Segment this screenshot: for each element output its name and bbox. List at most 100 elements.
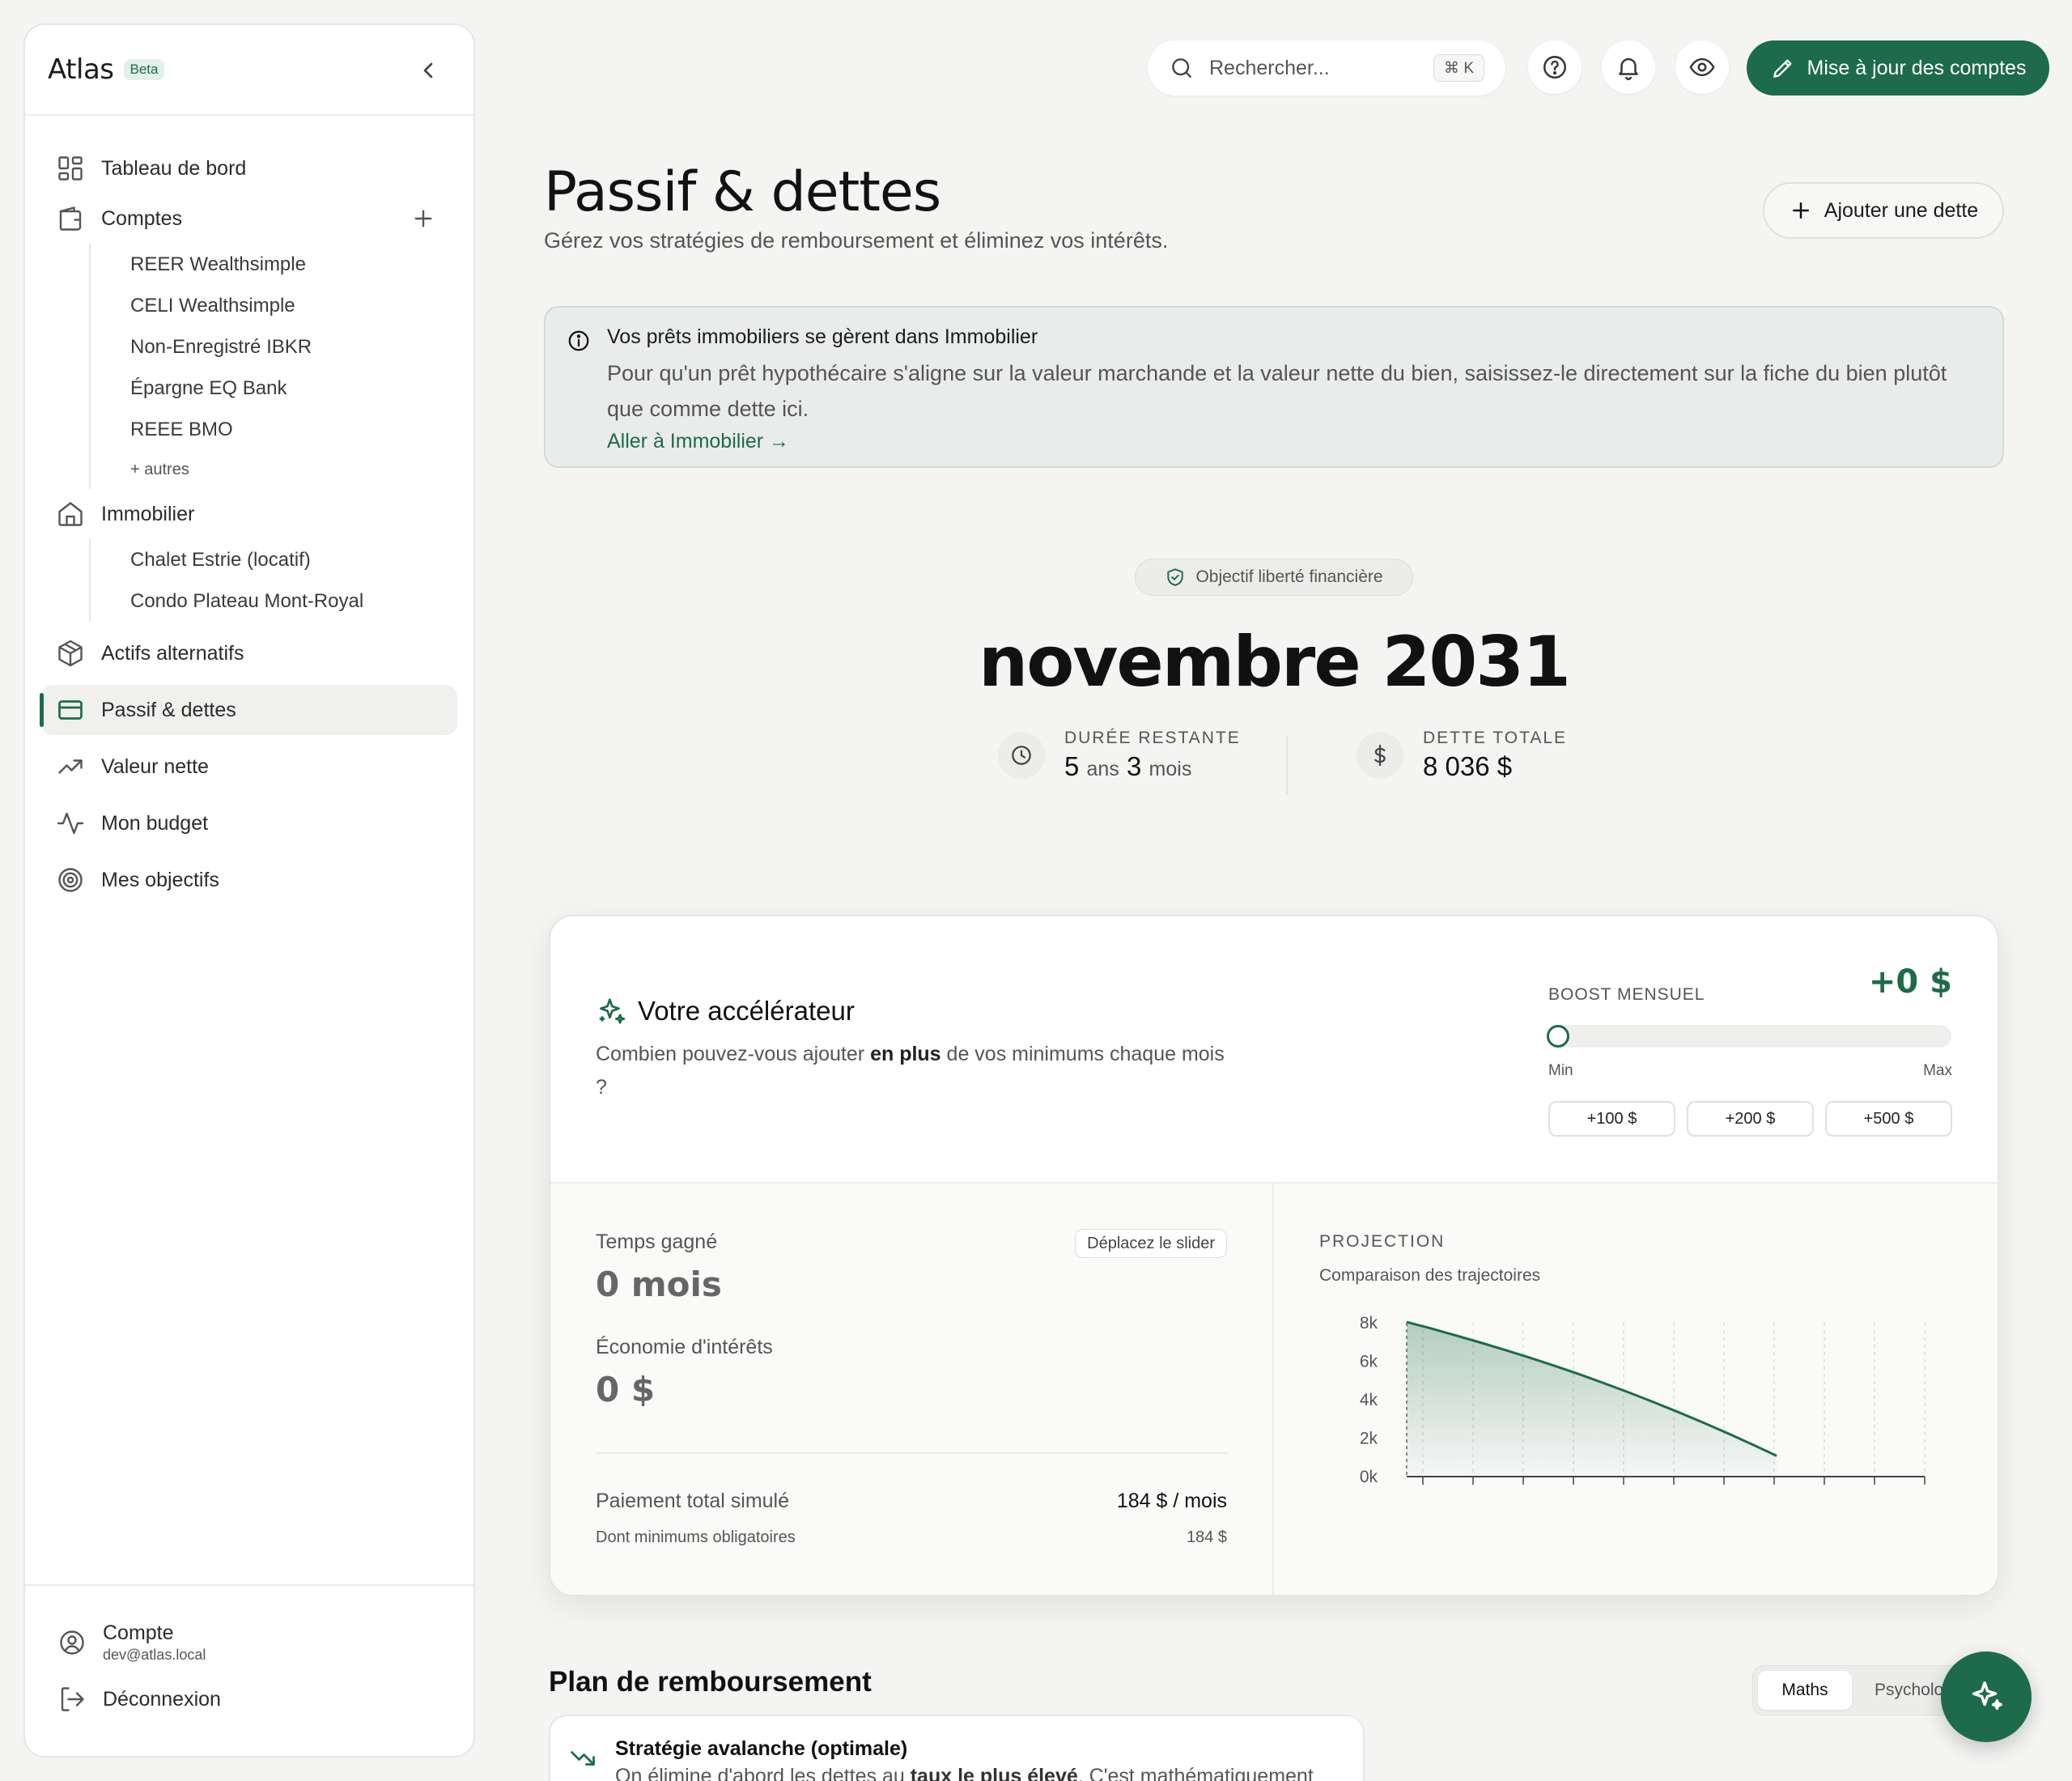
update-accounts-button[interactable]: Mise à jour des comptes bbox=[1747, 40, 2049, 96]
bell-icon bbox=[1619, 57, 1638, 81]
desc-part: Combien pouvez-vous ajouter bbox=[596, 1043, 871, 1065]
sidebar-header: Atlas Beta bbox=[25, 25, 473, 116]
results-summary: Temps gagné Déplacez le slider 0 mois Éc… bbox=[596, 1184, 1227, 1595]
strategy-text-part: On élimine d'abord les dettes au bbox=[615, 1765, 911, 1781]
goal-pill: Objectif liberté financière bbox=[1135, 559, 1413, 596]
add-debt-button[interactable]: Ajouter une dette bbox=[1763, 182, 2004, 239]
sidebar-item-real-estate[interactable]: Immobilier bbox=[41, 489, 457, 539]
sidebar-subitem[interactable]: REEE BMO bbox=[91, 409, 473, 450]
dashboard-icon bbox=[58, 156, 83, 181]
info-icon bbox=[568, 330, 589, 351]
y-tick-label: 2k bbox=[1360, 1430, 1378, 1448]
sidebar-item-label: Actifs alternatifs bbox=[101, 641, 244, 665]
y-tick-label: 0k bbox=[1360, 1468, 1378, 1486]
pencil-icon bbox=[1773, 59, 1792, 78]
search-input[interactable] bbox=[1209, 56, 1420, 80]
avalanche-strategy-card[interactable]: Stratégie avalanche (optimale) On élimin… bbox=[549, 1715, 1365, 1781]
beta-badge: Beta bbox=[123, 59, 165, 80]
strategy-description: On élimine d'abord les dettes au taux le… bbox=[615, 1765, 1314, 1781]
preset-500-button[interactable]: +500 $ bbox=[1825, 1101, 1952, 1137]
chevron-left-icon[interactable] bbox=[415, 57, 441, 83]
accelerator-top: Votre accélérateur Combien pouvez-vous a… bbox=[550, 916, 1998, 1184]
real-estate-submenu: Chalet Estrie (locatif) Condo Plateau Mo… bbox=[89, 539, 473, 622]
logout-icon bbox=[61, 1687, 84, 1711]
total-payment-value: 184 $ / mois bbox=[1116, 1490, 1227, 1512]
sidebar-item-label: Tableau de bord bbox=[101, 156, 247, 180]
strategy-text-bold: taux le plus élevé bbox=[910, 1765, 1078, 1781]
preset-100-button[interactable]: +100 $ bbox=[1548, 1101, 1675, 1137]
total-payment-label: Paiement total simulé bbox=[596, 1490, 790, 1512]
duration-label: DURÉE RESTANTE bbox=[1064, 729, 1241, 747]
slider-thumb[interactable] bbox=[1547, 1025, 1569, 1048]
ai-assistant-button[interactable] bbox=[1941, 1651, 2032, 1742]
page-title: Passif & dettes bbox=[544, 160, 941, 224]
projection-label: PROJECTION bbox=[1319, 1232, 1446, 1251]
interest-savings-value: 0 $ bbox=[596, 1370, 656, 1409]
boost-slider[interactable] bbox=[1547, 1025, 1951, 1048]
sidebar-subitem[interactable]: REER Wealthsimple bbox=[91, 244, 473, 285]
trending-down-icon bbox=[571, 1751, 595, 1766]
accounts-submenu: REER Wealthsimple CELI Wealthsimple Non-… bbox=[89, 244, 473, 489]
strategy-title: Stratégie avalanche (optimale) bbox=[615, 1737, 908, 1760]
sparkle-icon bbox=[1972, 1681, 2002, 1711]
duration-months: 3 bbox=[1127, 751, 1142, 781]
total-debt-stat: DETTE TOTALE 8 036 $ bbox=[1357, 729, 1567, 782]
package-icon bbox=[58, 640, 83, 667]
notifications-button[interactable] bbox=[1602, 40, 1655, 94]
help-icon bbox=[1543, 56, 1566, 79]
sidebar-subitem[interactable]: Épargne EQ Bank bbox=[91, 368, 473, 409]
user-circle-icon bbox=[60, 1630, 84, 1655]
boost-label: BOOST MENSUEL bbox=[1548, 985, 1705, 1004]
sidebar-subitem[interactable]: Non-Enregistré IBKR bbox=[91, 326, 473, 368]
logout-button[interactable]: Déconnexion bbox=[25, 1685, 473, 1714]
min-payment-value: 184 $ bbox=[1186, 1528, 1227, 1546]
accelerator-title-label: Votre accélérateur bbox=[638, 996, 855, 1026]
freedom-date: novembre 2031 bbox=[979, 622, 1571, 703]
brand-logo[interactable]: Atlas bbox=[48, 53, 114, 86]
plan-mode-toggle: Maths Psychologie bbox=[1752, 1665, 1964, 1715]
sidebar-subitem[interactable]: CELI Wealthsimple bbox=[91, 285, 473, 326]
total-debt-value: 8 036 $ bbox=[1423, 751, 1513, 781]
account-menu[interactable]: Compte dev@atlas.local bbox=[25, 1622, 473, 1664]
sidebar-item-alternative-assets[interactable]: Actifs alternatifs bbox=[41, 628, 457, 678]
update-accounts-label: Mise à jour des comptes bbox=[1807, 56, 2027, 79]
clock-icon bbox=[1012, 746, 1031, 765]
divider bbox=[596, 1452, 1227, 1454]
eye-icon bbox=[1689, 57, 1715, 77]
dollar-icon bbox=[1374, 744, 1386, 767]
help-button[interactable] bbox=[1528, 40, 1582, 94]
add-account-icon[interactable] bbox=[410, 206, 436, 232]
search-box[interactable]: ⌘ K bbox=[1148, 40, 1505, 96]
sidebar-item-goals[interactable]: Mes objectifs bbox=[41, 855, 457, 905]
accelerator-card: Votre accélérateur Combien pouvez-vous a… bbox=[549, 915, 1999, 1596]
accelerator-description: Combien pouvez-vous ajouter en plus de v… bbox=[596, 1038, 1235, 1104]
min-payment-label: Dont minimums obligatoires bbox=[596, 1528, 796, 1546]
sidebar-footer: Compte dev@atlas.local Déconnexion bbox=[25, 1584, 473, 1756]
sidebar-item-liabilities[interactable]: Passif & dettes bbox=[40, 685, 457, 735]
duration-value: 5 ans 3 mois bbox=[1064, 751, 1241, 782]
privacy-toggle-button[interactable] bbox=[1675, 40, 1729, 94]
sidebar-item-budget[interactable]: Mon budget bbox=[41, 798, 457, 848]
preset-200-button[interactable]: +200 $ bbox=[1687, 1101, 1814, 1137]
sidebar-subitem[interactable]: Chalet Estrie (locatif) bbox=[91, 539, 473, 580]
tab-maths[interactable]: Maths bbox=[1758, 1671, 1852, 1710]
sidebar-item-net-worth[interactable]: Valeur nette bbox=[41, 742, 457, 792]
sidebar-item-label: Valeur nette bbox=[101, 754, 209, 778]
info-banner: Vos prêts immobiliers se gèrent dans Imm… bbox=[544, 306, 2004, 468]
dollar-bubble bbox=[1357, 732, 1403, 779]
sidebar-item-dashboard[interactable]: Tableau de bord bbox=[41, 143, 457, 193]
strategy-text-part: . C'est mathématiquement bbox=[1077, 1765, 1314, 1781]
more-accounts-link[interactable]: + autres bbox=[91, 450, 473, 489]
projection-panel: PROJECTION Comparaison des trajectoires … bbox=[1319, 1184, 1959, 1595]
slider-min-label: Min bbox=[1548, 1062, 1573, 1079]
shield-check-icon bbox=[1167, 568, 1184, 586]
sidebar-nav: Tableau de bord Comptes REER Wealthsimpl… bbox=[25, 116, 473, 905]
logout-label: Déconnexion bbox=[103, 1687, 221, 1711]
sidebar-subitem[interactable]: Condo Plateau Mont-Royal bbox=[91, 580, 473, 622]
stat-divider bbox=[1286, 737, 1288, 795]
sidebar-item-label: Passif & dettes bbox=[101, 698, 236, 721]
home-icon bbox=[58, 502, 83, 526]
go-to-real-estate-link[interactable]: Aller à Immobilier → bbox=[607, 430, 789, 453]
sidebar-item-accounts[interactable]: Comptes bbox=[41, 193, 457, 244]
y-tick-label: 6k bbox=[1360, 1353, 1378, 1371]
